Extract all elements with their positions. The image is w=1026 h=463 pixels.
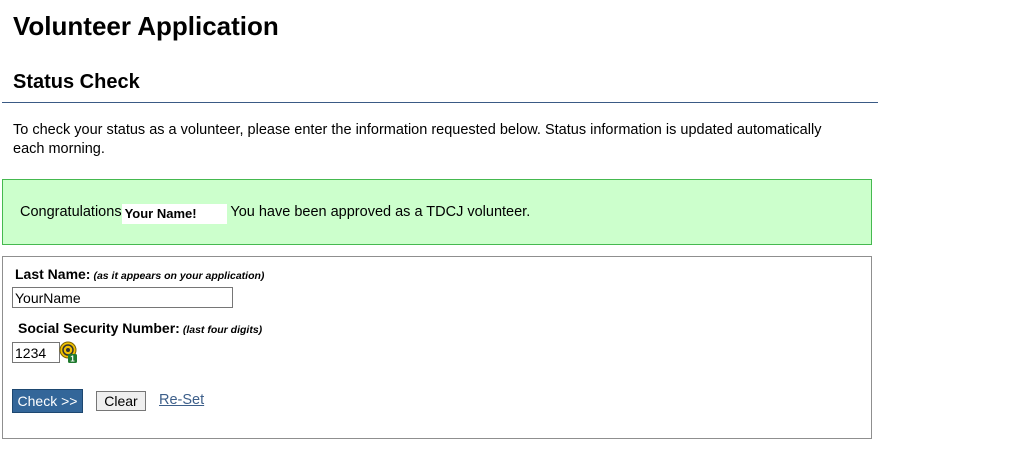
intro-text: To check your status as a volunteer, ple… [13, 122, 822, 157]
alert-suffix: You have been approved as a TDCJ volunte… [230, 204, 531, 220]
status-check-form [2, 256, 872, 439]
page-title: Volunteer Application [13, 11, 279, 41]
section-title: Status Check [13, 71, 140, 93]
alert-volunteer-name: Your Name! [121, 204, 227, 224]
ssn-input[interactable] [12, 342, 60, 363]
password-manager-badge: 1 [70, 355, 75, 364]
success-alert: Congratulations Your Name! You have been … [2, 179, 872, 245]
last-name-input[interactable] [12, 287, 233, 308]
check-button[interactable]: Check >> [12, 389, 83, 413]
clear-button[interactable]: Clear [96, 391, 146, 411]
password-manager-icon[interactable]: 1 [59, 341, 79, 364]
ssn-hint: (last four digits) [182, 324, 263, 336]
ssn-label-text: Social Security Number: [18, 320, 180, 336]
alert-prefix: Congratulations [20, 204, 122, 220]
last-name-label-text: Last Name: [15, 266, 91, 282]
section-divider [2, 102, 878, 103]
alert-message: Congratulations Your Name! You have been … [20, 202, 530, 224]
last-name-hint: (as it appears on your application) [93, 270, 265, 282]
reset-link[interactable]: Re-Set [159, 392, 204, 408]
last-name-label: Last Name: (as it appears on your applica… [15, 266, 264, 282]
ssn-label: Social Security Number: (last four digits… [18, 320, 262, 336]
